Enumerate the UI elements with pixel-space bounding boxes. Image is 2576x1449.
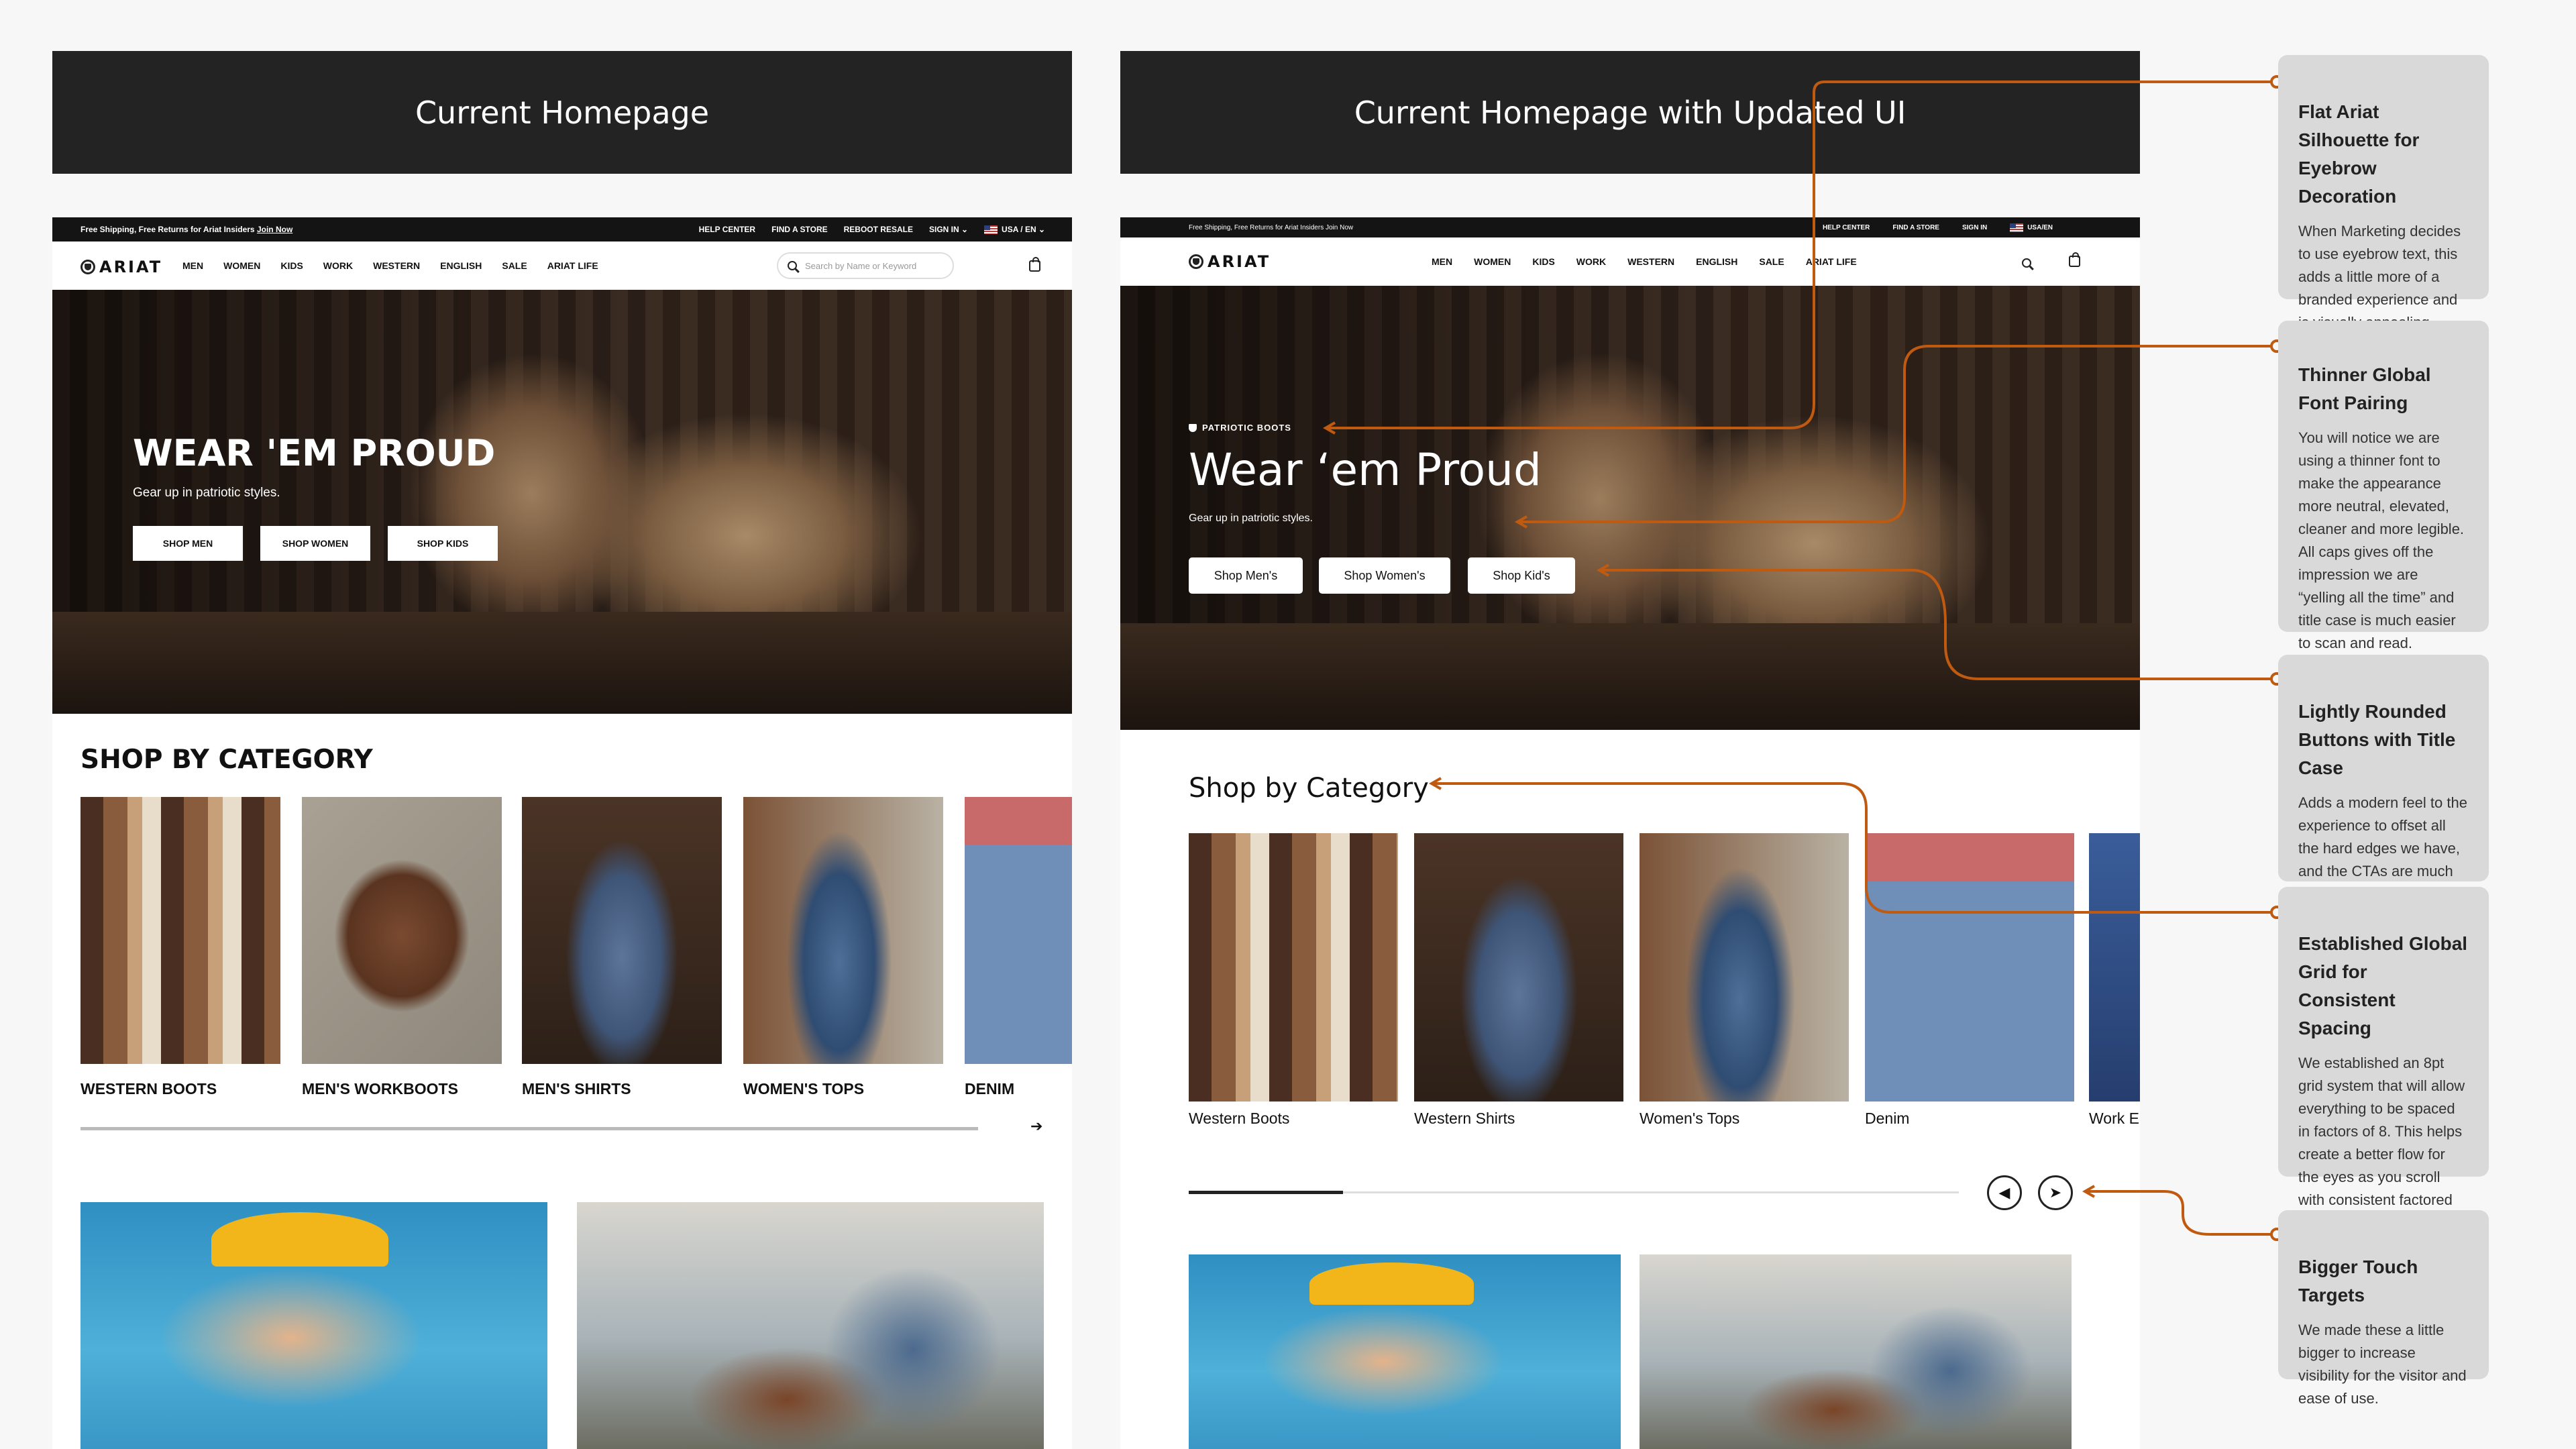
annotation-body: We made these a little bigger to increas…	[2298, 1322, 2467, 1407]
annotation-card-touch-targets: Bigger Touch Targets We made these a lit…	[2278, 1210, 2489, 1407]
annotation-title: Established Global Grid for Consistent S…	[2298, 933, 2468, 1038]
connector-font	[1517, 345, 2277, 523]
annotation-card-font: Thinner Global Font Pairing You will not…	[2278, 321, 2489, 651]
annotation-card-buttons: Lightly Rounded Buttons with Title Case …	[2278, 655, 2489, 902]
annotation-body: When Marketing decides to use eyebrow te…	[2298, 223, 2461, 331]
connector-buttons	[1599, 569, 2277, 680]
annotation-card-eyebrow: Flat Ariat Silhouette for Eyebrow Decora…	[2278, 55, 2489, 331]
annotation-body: We established an 8pt grid system that w…	[2298, 1055, 2465, 1231]
annotation-title: Flat Ariat Silhouette for Eyebrow Decora…	[2298, 101, 2420, 207]
connector-touch-targets	[2085, 1190, 2277, 1236]
connector-grid	[1432, 782, 2277, 914]
annotation-title: Lightly Rounded Buttons with Title Case	[2298, 701, 2456, 778]
annotation-body: You will notice we are using a thinner f…	[2298, 429, 2465, 651]
annotation-title: Thinner Global Font Pairing	[2298, 364, 2431, 413]
annotation-connectors	[1322, 75, 2284, 1241]
connector-eyebrow	[1326, 80, 2277, 429]
annotation-card-grid: Established Global Grid for Consistent S…	[2278, 887, 2489, 1231]
annotation-title: Bigger Touch Targets	[2298, 1256, 2418, 1305]
